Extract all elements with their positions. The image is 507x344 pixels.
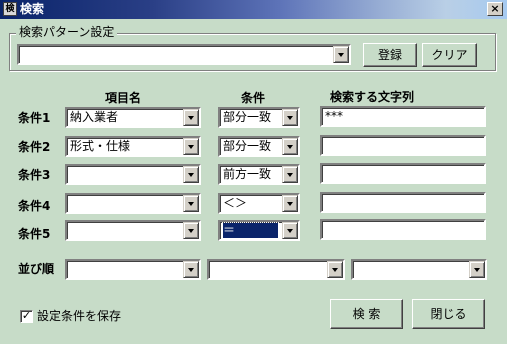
search-text-input-1[interactable]: *** (320, 106, 486, 127)
chevron-down-icon[interactable] (183, 138, 199, 155)
search-text-input-3[interactable] (320, 163, 486, 184)
chevron-down-icon[interactable] (282, 109, 298, 126)
condition-select-3[interactable]: 前方一致 (218, 164, 300, 185)
search-text-value: *** (325, 109, 343, 123)
condition-row-label: 条件4 (18, 199, 51, 213)
chevron-down-icon[interactable] (183, 261, 199, 278)
chevron-down-icon[interactable] (183, 166, 199, 183)
app-icon: 検 (3, 2, 17, 16)
title-bar: 検 検索 × (0, 0, 507, 19)
sort-select-3[interactable] (351, 259, 487, 280)
sort-select-2[interactable] (207, 259, 345, 280)
item-name-select-5[interactable] (65, 220, 201, 241)
item-name-value: 形式・仕様 (70, 139, 131, 153)
item-name-select-1[interactable]: 納入業者 (65, 107, 201, 128)
condition-select-4[interactable]: ＜＞ (218, 193, 300, 214)
chevron-down-icon[interactable] (282, 222, 298, 239)
search-text-header: 検索する文字列 (330, 90, 415, 104)
sort-order-label: 並び順 (18, 262, 55, 276)
save-settings-checkbox[interactable]: ✓ (20, 310, 33, 323)
condition-select-1[interactable]: 部分一致 (218, 107, 300, 128)
close-window-button[interactable]: × (487, 2, 503, 16)
condition-row-label: 条件3 (18, 168, 51, 182)
search-text-input-5[interactable] (320, 219, 486, 240)
condition-header: 条件 (241, 91, 266, 105)
chevron-down-icon[interactable] (282, 195, 298, 212)
condition-value: ＝ (222, 222, 279, 239)
condition-row-label: 条件1 (18, 111, 51, 125)
close-button[interactable]: 閉じる (412, 299, 485, 329)
chevron-down-icon[interactable] (282, 138, 298, 155)
condition-select-2[interactable]: 部分一致 (218, 136, 300, 157)
register-button[interactable]: 登録 (363, 43, 417, 67)
chevron-down-icon[interactable] (333, 46, 349, 63)
sort-select-1[interactable] (65, 259, 201, 280)
item-name-select-3[interactable] (65, 164, 201, 185)
item-name-select-4[interactable] (65, 193, 201, 214)
search-text-input-4[interactable] (320, 192, 486, 213)
item-name-select-2[interactable]: 形式・仕様 (65, 136, 201, 157)
chevron-down-icon[interactable] (183, 222, 199, 239)
search-pattern-group-label: 検索パターン設定 (16, 25, 118, 40)
chevron-down-icon[interactable] (282, 166, 298, 183)
condition-value: 部分一致 (223, 139, 272, 153)
condition-value: 前方一致 (223, 167, 272, 181)
chevron-down-icon[interactable] (469, 261, 485, 278)
save-settings-label: 設定条件を保存 (37, 309, 122, 323)
search-pattern-select[interactable] (17, 44, 351, 65)
clear-button[interactable]: クリア (422, 43, 477, 67)
condition-row-label: 条件5 (18, 227, 51, 241)
condition-row-label: 条件2 (18, 140, 51, 154)
condition-value: ＜＞ (223, 196, 248, 210)
item-name-value: 納入業者 (70, 110, 119, 124)
search-button[interactable]: 検 索 (330, 299, 403, 329)
condition-value: 部分一致 (223, 110, 272, 124)
window-title: 検索 (20, 2, 45, 16)
search-text-input-2[interactable] (320, 135, 486, 156)
chevron-down-icon[interactable] (183, 195, 199, 212)
chevron-down-icon[interactable] (183, 109, 199, 126)
condition-select-5[interactable]: ＝ (218, 220, 300, 241)
item-name-header: 項目名 (105, 91, 142, 105)
chevron-down-icon[interactable] (327, 261, 343, 278)
